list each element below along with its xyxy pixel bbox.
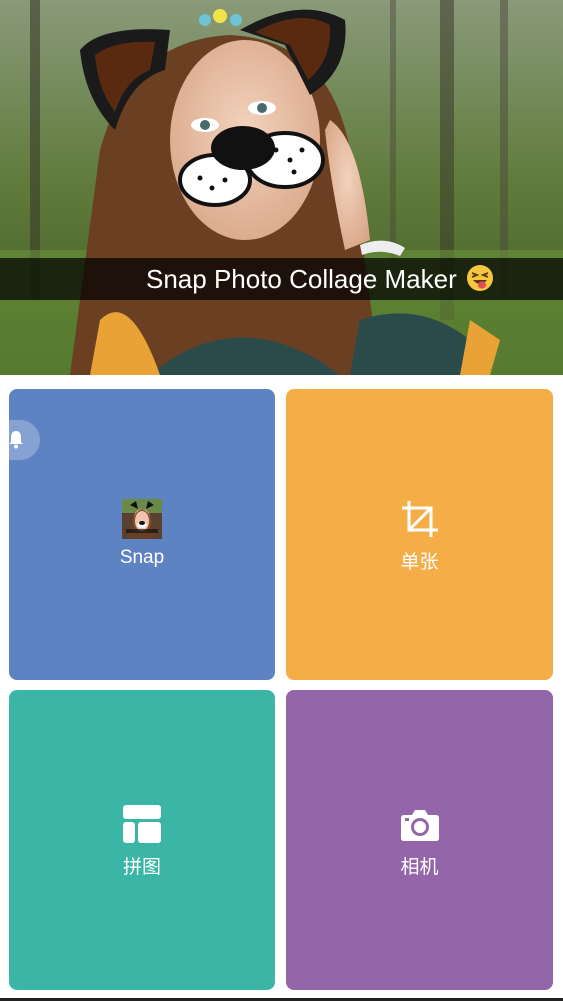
hero-banner: Snap Photo Collage Maker [0,0,563,375]
laughing-tongue-emoji-icon [467,265,493,291]
camera-label: 相机 [400,857,439,878]
bell-icon [9,431,23,449]
app-title: Snap Photo Collage Maker [146,264,457,294]
crop-icon [401,501,438,537]
notification-button[interactable] [0,420,40,460]
collage-label: 拼图 [122,857,161,878]
hero-photo [0,0,563,375]
single-photo-label: 单张 [400,552,439,573]
snap-tile[interactable]: Snap [9,389,275,680]
collage-tile[interactable]: 拼图 [9,690,275,990]
camera-icon [400,810,439,841]
camera-tile[interactable]: 相机 [286,690,553,990]
collage-grid-icon [123,805,161,843]
snap-thumbnail-icon [122,499,162,539]
single-photo-tile[interactable]: 单张 [286,389,553,680]
snap-label: Snap [119,547,165,568]
